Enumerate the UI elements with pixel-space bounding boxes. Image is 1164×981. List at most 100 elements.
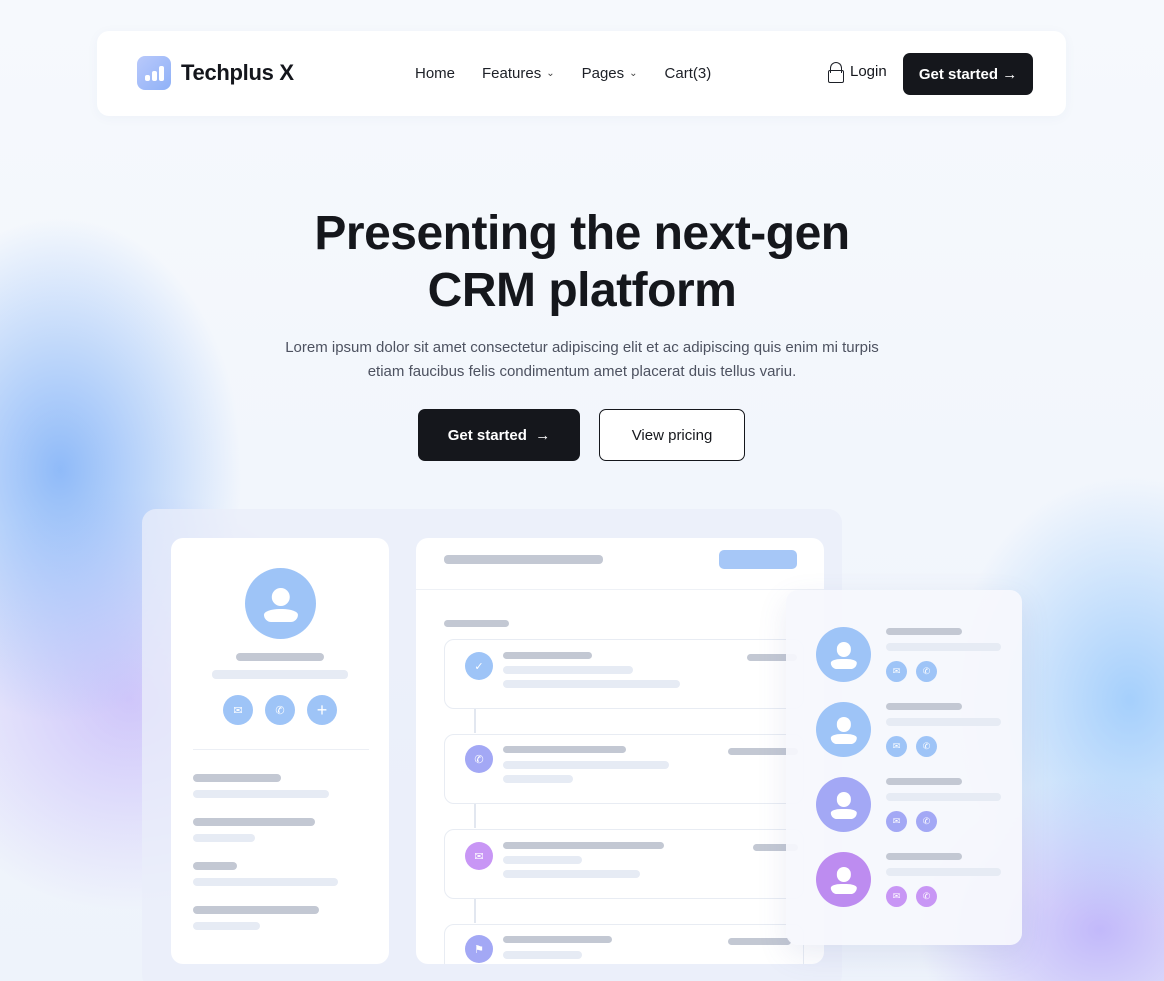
timeline-item: ✓ (444, 639, 804, 709)
logo-mark-icon (137, 56, 171, 90)
nav-item-features-label: Features (482, 65, 542, 82)
placeholder-bar (193, 862, 237, 870)
contact-row: ✉ ✆ (816, 627, 1006, 683)
activity-card: ✓ ✆ ✉ ⚑ (416, 538, 824, 964)
placeholder-bar (193, 834, 255, 842)
placeholder-bar (444, 555, 603, 564)
placeholder-bar (503, 666, 633, 674)
dashboard-mockup: ✉ ✆ + ✓ ✆ ✉ ⚑ (142, 509, 842, 981)
phone-icon: ✆ (916, 811, 937, 832)
user-icon (816, 852, 871, 907)
placeholder-bar (193, 790, 329, 798)
contact-avatar (816, 702, 871, 757)
placeholder-bar (503, 842, 664, 849)
timeline-connector (474, 802, 476, 828)
nav-item-pages[interactable]: Pages ⌄ (582, 65, 638, 82)
placeholder-bar (193, 878, 338, 886)
nav-item-home[interactable]: Home (415, 65, 455, 82)
placeholder-bar (503, 856, 582, 864)
timeline-item: ✉ (444, 829, 804, 899)
navbar: Techplus X Home Features ⌄ Pages ⌄ Cart(3)… (97, 31, 1066, 116)
user-icon (245, 568, 316, 639)
placeholder-bar (886, 793, 1001, 801)
nav-item-cart-label: Cart(3) (664, 65, 712, 82)
placeholder-bar (886, 853, 962, 860)
view-pricing-label: View pricing (631, 426, 713, 444)
arrow-right-icon: → (535, 426, 551, 444)
lock-icon (828, 62, 844, 83)
nav-item-home-label: Home (415, 65, 456, 82)
nav-item-pages-label: Pages (581, 65, 625, 82)
arrow-right-icon: → (1002, 65, 1018, 83)
phone-icon: ✆ (916, 736, 937, 757)
phone-icon: ✆ (465, 745, 493, 773)
placeholder-bar (193, 922, 260, 930)
user-icon (816, 702, 871, 757)
placeholder-bar (444, 620, 509, 627)
placeholder-bar (503, 936, 612, 943)
hero-get-started-button[interactable]: Get started → (418, 409, 580, 461)
placeholder-bar (193, 906, 319, 914)
divider (193, 749, 369, 750)
hero-title-line-2: CRM platform (427, 264, 737, 317)
placeholder-bar (886, 628, 962, 635)
mail-icon: ✉ (886, 661, 907, 682)
check-icon: ✓ (465, 652, 493, 680)
profile-avatar (245, 568, 316, 639)
placeholder-bar (236, 653, 324, 661)
chevron-down-icon: ⌄ (546, 68, 555, 79)
nav-get-started-button[interactable]: Get started → (903, 53, 1033, 95)
placeholder-bar (503, 951, 582, 959)
nav-cta-label: Get started (918, 65, 999, 83)
timeline-item: ✆ (444, 734, 804, 804)
contact-avatar (816, 777, 871, 832)
plus-icon: + (307, 695, 337, 725)
profile-card: ✉ ✆ + (171, 538, 389, 964)
mail-icon: ✉ (223, 695, 253, 725)
timeline-connector (474, 897, 476, 923)
mail-icon: ✉ (886, 811, 907, 832)
contact-avatar (816, 627, 871, 682)
placeholder-bar (503, 746, 626, 753)
main-menu: Home Features ⌄ Pages ⌄ Cart(3) (415, 65, 738, 82)
divider (416, 589, 824, 590)
placeholder-bar (212, 670, 348, 679)
hero-title-line-1: Presenting the next-gen (314, 207, 850, 260)
user-icon (816, 777, 871, 832)
nav-item-cart[interactable]: Cart(3) (665, 65, 712, 82)
brand-logo[interactable]: Techplus X (137, 56, 294, 90)
hero-title: Presenting the next-gen CRM platform (0, 205, 1164, 319)
placeholder-bar (503, 775, 573, 783)
contacts-card: ✉ ✆ ✉ ✆ ✉ ✆ ✉ ✆ (786, 590, 1022, 945)
mail-icon: ✉ (465, 842, 493, 870)
placeholder-bar (503, 652, 592, 659)
phone-icon: ✆ (916, 886, 937, 907)
flag-icon: ⚑ (465, 935, 493, 963)
placeholder-bar (886, 778, 962, 785)
timeline-item: ⚑ (444, 924, 804, 964)
user-icon (816, 627, 871, 682)
placeholder-bar (886, 643, 1001, 651)
placeholder-bar (193, 774, 281, 782)
contact-row: ✉ ✆ (816, 852, 1006, 908)
mail-icon: ✉ (886, 886, 907, 907)
chevron-down-icon: ⌄ (629, 68, 638, 79)
placeholder-bar (503, 761, 669, 769)
login-label: Login (850, 62, 887, 80)
placeholder-bar (886, 718, 1001, 726)
contact-avatar (816, 852, 871, 907)
hero-primary-label: Get started (447, 426, 527, 444)
placeholder-bar (728, 938, 791, 945)
action-button-placeholder (719, 550, 797, 569)
placeholder-bar (886, 868, 1001, 876)
view-pricing-button[interactable]: View pricing (599, 409, 745, 461)
placeholder-bar (503, 870, 640, 878)
phone-icon: ✆ (265, 695, 295, 725)
placeholder-bar (503, 680, 680, 688)
placeholder-bar (886, 703, 962, 710)
phone-icon: ✆ (916, 661, 937, 682)
nav-item-features[interactable]: Features ⌄ (482, 65, 555, 82)
contact-row: ✉ ✆ (816, 777, 1006, 833)
login-link[interactable]: Login (828, 62, 887, 83)
contact-row: ✉ ✆ (816, 702, 1006, 758)
